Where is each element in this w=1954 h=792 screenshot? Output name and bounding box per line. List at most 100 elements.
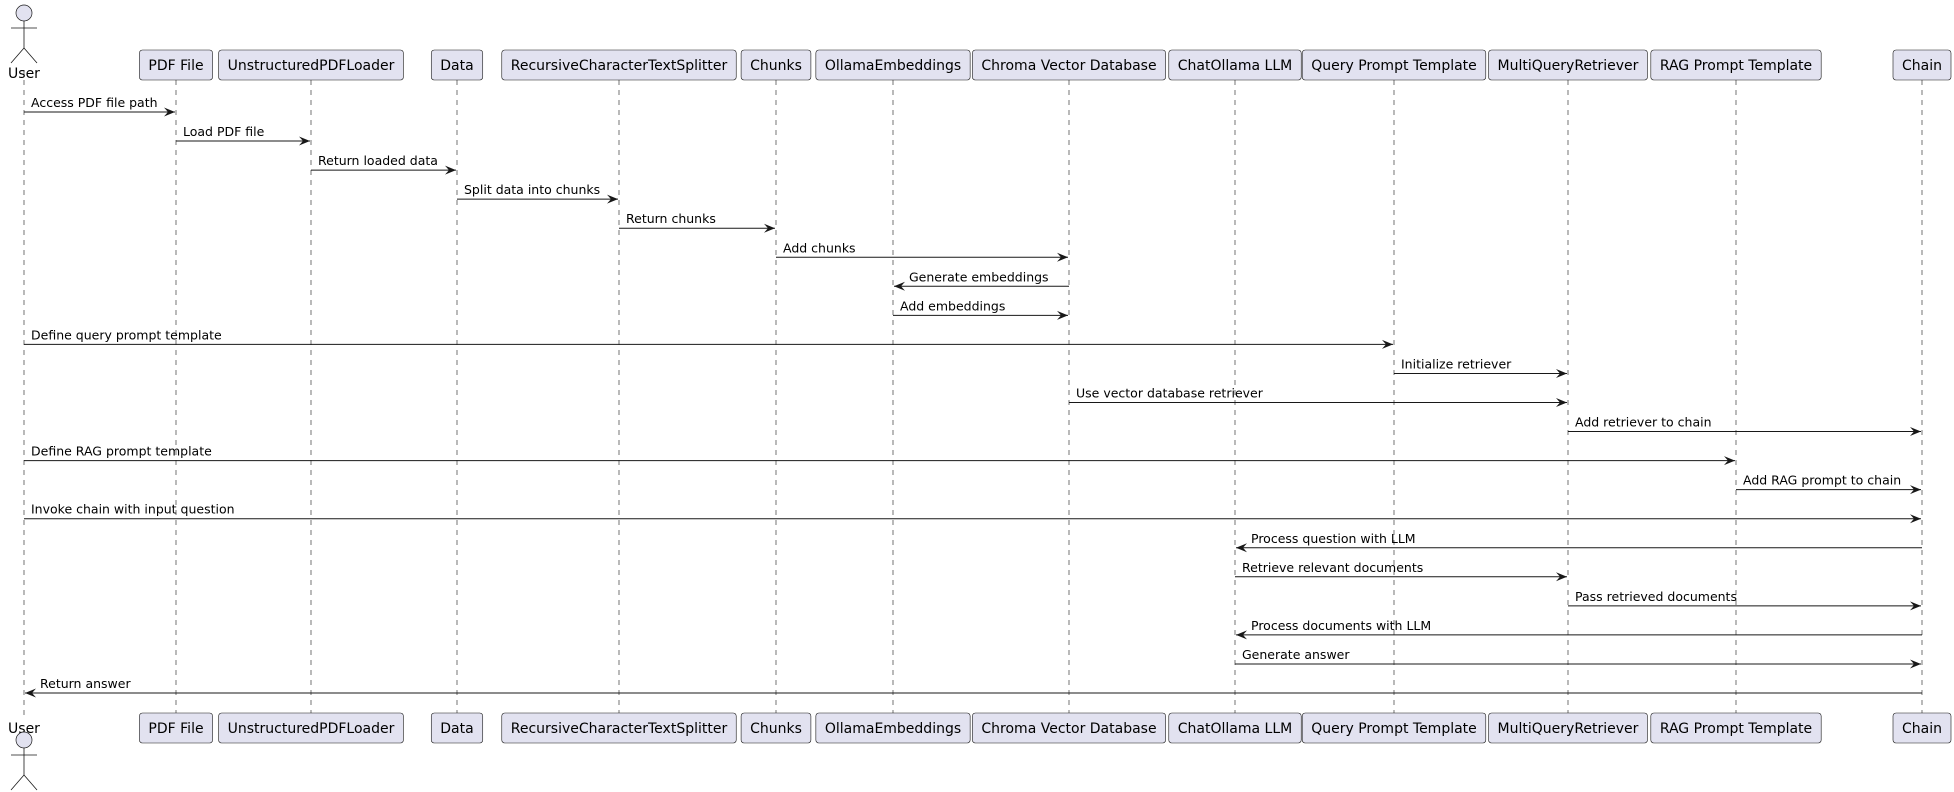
- participant-top-chroma-vector-database: Chroma Vector Database: [972, 49, 1166, 81]
- message-label: Retrieve relevant documents: [1242, 560, 1423, 575]
- participant-bottom-recursivecharactertextsplitter: RecursiveCharacterTextSplitter: [501, 712, 737, 744]
- participant-top-chunks: Chunks: [740, 49, 812, 81]
- participant-top-ollamaembeddings: OllamaEmbeddings: [815, 49, 971, 81]
- participant-label: Data: [440, 721, 473, 737]
- participant-top-query-prompt-template: Query Prompt Template: [1301, 49, 1487, 81]
- participant-label: Chunks: [750, 58, 802, 74]
- participant-label: MultiQueryRetriever: [1498, 721, 1639, 737]
- message-21: Return answer: [25, 676, 1922, 698]
- participant-bottom-ollamaembeddings: OllamaEmbeddings: [815, 712, 971, 744]
- message-10: Initialize retriever: [1394, 356, 1567, 378]
- message-label: Invoke chain with input question: [31, 502, 235, 517]
- message-label: Pass retrieved documents: [1575, 589, 1737, 604]
- actor-leg: [10, 47, 25, 64]
- message-2: Load PDF file: [176, 124, 310, 146]
- message-9: Define query prompt template: [24, 327, 1393, 349]
- participant-label: RAG Prompt Template: [1660, 58, 1812, 74]
- participant-label: Data: [440, 58, 473, 74]
- message-label: Generate answer: [1242, 647, 1350, 662]
- message-label: Add embeddings: [900, 298, 1005, 313]
- participant-label: Chunks: [750, 721, 802, 737]
- participant-bottom-rag-prompt-template: RAG Prompt Template: [1650, 712, 1822, 744]
- participant-bottom-unstructuredpdfloader: UnstructuredPDFLoader: [218, 712, 404, 744]
- message-4: Split data into chunks: [457, 182, 618, 204]
- participant-label: ChatOllama LLM: [1178, 58, 1292, 74]
- participant-label-top: User: [8, 66, 40, 82]
- message-label: Return answer: [40, 676, 131, 691]
- participant-label: PDF File: [148, 721, 203, 737]
- message-14: Add RAG prompt to chain: [1736, 473, 1921, 495]
- participant-label: RAG Prompt Template: [1660, 721, 1812, 737]
- participant-top-pdf-file: PDF File: [139, 49, 213, 81]
- participant-top-multiqueryretriever: MultiQueryRetriever: [1488, 49, 1648, 81]
- participant-bottom-data: Data: [430, 712, 484, 744]
- message-label: Access PDF file path: [31, 95, 158, 110]
- participant-label: Chain: [1902, 58, 1942, 74]
- message-5: Return chunks: [619, 211, 775, 233]
- participant-bottom-chroma-vector-database: Chroma Vector Database: [972, 712, 1166, 744]
- actor-bottom-user: [10, 731, 38, 791]
- participant-bottom-chain: Chain: [1892, 712, 1952, 744]
- message-label: Initialize retriever: [1401, 356, 1512, 371]
- message-6: Add chunks: [776, 240, 1068, 262]
- participant-top-unstructuredpdfloader: UnstructuredPDFLoader: [218, 49, 404, 81]
- message-label: Split data into chunks: [464, 182, 600, 197]
- participant-top-recursivecharactertextsplitter: RecursiveCharacterTextSplitter: [501, 49, 737, 81]
- participant-bottom-multiqueryretriever: MultiQueryRetriever: [1488, 712, 1648, 744]
- participant-label: Chain: [1902, 721, 1942, 737]
- sequence-diagram: UserUserPDF FilePDF FileUnstructuredPDFL…: [8, 4, 1952, 791]
- participant-bottom-chatollama-llm: ChatOllama LLM: [1168, 712, 1302, 744]
- participant-top-chain: Chain: [1892, 49, 1952, 81]
- message-12: Add retriever to chain: [1568, 415, 1921, 437]
- message-label: Define RAG prompt template: [31, 444, 212, 459]
- participant-label: OllamaEmbeddings: [825, 721, 961, 737]
- participant-bottom-pdf-file: PDF File: [139, 712, 213, 744]
- actor-leg: [10, 774, 25, 791]
- message-3: Return loaded data: [311, 153, 456, 175]
- message-label: Define query prompt template: [31, 327, 222, 342]
- message-15: Invoke chain with input question: [24, 502, 1921, 524]
- participant-label: Chroma Vector Database: [981, 721, 1156, 737]
- participant-label: RecursiveCharacterTextSplitter: [511, 721, 728, 737]
- message-label: Return chunks: [626, 211, 716, 226]
- message-label: Load PDF file: [183, 124, 265, 139]
- message-17: Retrieve relevant documents: [1235, 560, 1567, 582]
- actor-head-icon: [15, 4, 33, 22]
- participant-label: PDF File: [148, 58, 203, 74]
- participant-top-rag-prompt-template: RAG Prompt Template: [1650, 49, 1822, 81]
- message-16: Process question with LLM: [1236, 531, 1922, 553]
- participant-label: Query Prompt Template: [1311, 721, 1477, 737]
- participant-label: MultiQueryRetriever: [1498, 58, 1639, 74]
- participant-label: Chroma Vector Database: [981, 58, 1156, 74]
- message-18: Pass retrieved documents: [1568, 589, 1921, 611]
- message-8: Add embeddings: [893, 298, 1068, 320]
- message-label: Add retriever to chain: [1575, 415, 1712, 430]
- actor-head-icon: [15, 731, 33, 749]
- message-19: Process documents with LLM: [1236, 618, 1922, 640]
- participant-label: UnstructuredPDFLoader: [228, 58, 395, 74]
- message-13: Define RAG prompt template: [24, 444, 1735, 466]
- message-label: Process documents with LLM: [1251, 618, 1431, 633]
- message-11: Use vector database retriever: [1069, 386, 1567, 407]
- participant-top-data: Data: [430, 49, 484, 81]
- participant-label: Query Prompt Template: [1311, 58, 1477, 74]
- participant-label: RecursiveCharacterTextSplitter: [511, 58, 728, 74]
- message-7: Generate embeddings: [894, 269, 1069, 291]
- participant-top-chatollama-llm: ChatOllama LLM: [1168, 49, 1302, 81]
- participant-bottom-chunks: Chunks: [740, 712, 812, 744]
- message-1: Access PDF file path: [24, 95, 175, 117]
- message-label: Add RAG prompt to chain: [1743, 473, 1901, 488]
- actor-leg: [23, 774, 38, 791]
- actor-leg: [23, 47, 38, 64]
- message-label: Use vector database retriever: [1076, 386, 1264, 401]
- participant-label: ChatOllama LLM: [1178, 721, 1292, 737]
- message-label: Return loaded data: [318, 153, 438, 168]
- message-20: Generate answer: [1235, 647, 1921, 669]
- message-label: Process question with LLM: [1251, 531, 1416, 546]
- participant-bottom-query-prompt-template: Query Prompt Template: [1301, 712, 1487, 744]
- message-label: Generate embeddings: [909, 269, 1049, 284]
- actor-top-user: [10, 4, 38, 64]
- participant-label: UnstructuredPDFLoader: [228, 721, 395, 737]
- participant-label: OllamaEmbeddings: [825, 58, 961, 74]
- message-label: Add chunks: [783, 240, 856, 255]
